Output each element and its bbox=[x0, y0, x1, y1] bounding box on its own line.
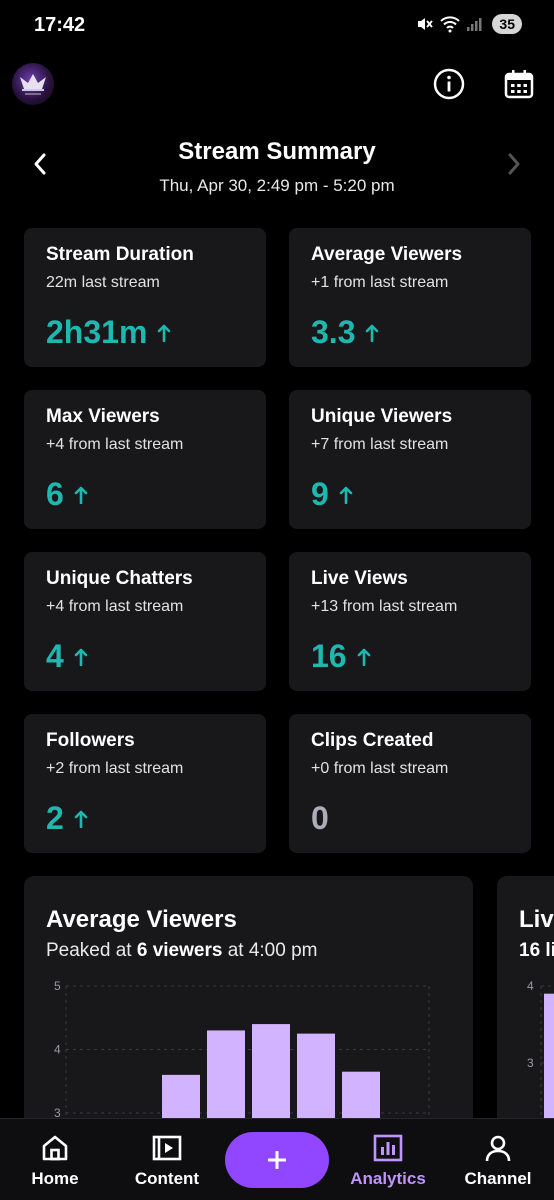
next-stream-button[interactable] bbox=[500, 150, 528, 178]
page-title: Stream Summary bbox=[178, 138, 376, 165]
chart-subtitle-peak: 6 viewers bbox=[136, 940, 223, 961]
chart-subtitle-post: at 4:00 pm bbox=[222, 940, 318, 961]
stat-card-max-viewers[interactable]: Max Viewers +4 from last stream 6 bbox=[24, 390, 266, 529]
stat-value-row: 2 bbox=[46, 800, 88, 837]
stat-value-row: 16 bbox=[311, 638, 371, 675]
stat-value-row: 4 bbox=[46, 638, 88, 675]
stat-value: 6 bbox=[46, 476, 64, 512]
stat-value: 16 bbox=[311, 638, 347, 674]
stat-card-average-viewers[interactable]: Average Viewers +1 from last stream 3.3 bbox=[289, 228, 531, 367]
y-tick-label: 4 bbox=[54, 1042, 61, 1056]
stat-comparison: +2 from last stream bbox=[46, 760, 184, 777]
create-button[interactable] bbox=[225, 1132, 329, 1188]
y-tick-label: 4 bbox=[527, 979, 534, 993]
stat-title: Average Viewers bbox=[311, 244, 463, 265]
stat-title: Stream Duration bbox=[46, 244, 194, 265]
stat-card-stream-duration[interactable]: Stream Duration 22m last stream 2h31m bbox=[24, 228, 266, 367]
stat-comparison: +4 from last stream bbox=[46, 436, 184, 453]
channel-icon bbox=[485, 1135, 511, 1162]
stat-title: Unique Chatters bbox=[46, 568, 193, 589]
y-tick-label: 5 bbox=[54, 979, 61, 993]
home-icon bbox=[42, 1135, 68, 1161]
chart2-title: Liv bbox=[519, 906, 554, 933]
stat-comparison: +7 from last stream bbox=[311, 436, 449, 453]
stat-title: Live Views bbox=[311, 568, 408, 589]
nav-content[interactable]: Content bbox=[122, 1119, 212, 1200]
battery-level: 35 bbox=[492, 14, 522, 34]
stat-comparison: +0 from last stream bbox=[311, 760, 449, 777]
arrow-up-icon bbox=[366, 324, 379, 342]
stat-value-row: 9 bbox=[311, 476, 353, 513]
nav-home-label: Home bbox=[31, 1169, 79, 1188]
stat-comparison: 22m last stream bbox=[46, 274, 160, 291]
avatar-logo-icon bbox=[20, 74, 46, 95]
plus-icon bbox=[268, 1151, 286, 1169]
arrow-up-icon bbox=[339, 486, 353, 504]
chart2-subtitle: 16 li bbox=[519, 940, 554, 961]
stat-card-unique-chatters[interactable]: Unique Chatters +4 from last stream 4 bbox=[24, 552, 266, 691]
mute-icon bbox=[418, 18, 434, 30]
chart-subtitle-pre: Peaked at bbox=[46, 940, 137, 961]
nav-analytics-label: Analytics bbox=[350, 1169, 426, 1188]
status-time: 17:42 bbox=[34, 14, 86, 36]
calendar-button[interactable] bbox=[503, 68, 535, 100]
arrow-up-icon bbox=[74, 810, 88, 828]
signal-icon bbox=[467, 18, 482, 31]
status-icons: 35 bbox=[416, 14, 522, 34]
chevron-right-icon bbox=[508, 153, 520, 175]
stat-value: 0 bbox=[311, 800, 329, 836]
stat-comparison: +1 from last stream bbox=[311, 274, 449, 291]
stream-date-range: Thu, Apr 30, 2:49 pm - 5:20 pm bbox=[159, 176, 395, 195]
stat-comparison: +4 from last stream bbox=[46, 598, 184, 615]
stat-title: Unique Viewers bbox=[311, 406, 453, 427]
wifi-icon bbox=[440, 16, 461, 33]
info-icon bbox=[433, 68, 465, 100]
stat-card-clips-created[interactable]: Clips Created +0 from last stream 0 bbox=[289, 714, 531, 853]
stat-title: Followers bbox=[46, 730, 135, 751]
status-bar: 17:42 35 bbox=[0, 0, 554, 52]
stat-value-row: 0 bbox=[311, 800, 329, 837]
arrow-up-icon bbox=[74, 486, 88, 504]
analytics-icon bbox=[373, 1134, 403, 1162]
stat-title: Clips Created bbox=[311, 730, 434, 751]
stat-comparison: +13 from last stream bbox=[311, 598, 458, 615]
nav-analytics[interactable]: Analytics bbox=[340, 1119, 436, 1200]
nav-home[interactable]: Home bbox=[20, 1119, 90, 1200]
channel-avatar[interactable] bbox=[12, 63, 54, 105]
arrow-up-icon bbox=[357, 648, 370, 666]
stat-value-row: 6 bbox=[46, 476, 88, 513]
stat-value: 2 bbox=[46, 800, 64, 836]
chart-title: Average Viewers bbox=[46, 906, 237, 933]
stat-value: 9 bbox=[311, 476, 329, 512]
stat-card-live-views[interactable]: Live Views +13 from last stream 16 bbox=[289, 552, 531, 691]
nav-channel[interactable]: Channel bbox=[458, 1119, 538, 1200]
nav-channel-label: Channel bbox=[464, 1169, 532, 1188]
stat-title: Max Viewers bbox=[46, 406, 160, 427]
nav-content-label: Content bbox=[134, 1169, 200, 1188]
stat-value: 4 bbox=[46, 638, 64, 674]
stat-card-followers[interactable]: Followers +2 from last stream 2 bbox=[24, 714, 266, 853]
y-tick-label: 3 bbox=[527, 1056, 534, 1070]
arrow-up-icon bbox=[158, 324, 171, 342]
stat-value: 2h31m bbox=[46, 314, 148, 350]
chart-subtitle: Peaked at 6 viewers at 4:00 pm bbox=[46, 940, 317, 962]
stat-card-unique-viewers[interactable]: Unique Viewers +7 from last stream 9 bbox=[289, 390, 531, 529]
content-icon bbox=[152, 1135, 182, 1161]
bottom-nav: Home Content Analytics Channel bbox=[0, 1118, 554, 1200]
arrow-up-icon bbox=[74, 648, 88, 666]
stat-value-row: 3.3 bbox=[311, 314, 379, 351]
calendar-icon bbox=[504, 70, 534, 99]
stat-value: 3.3 bbox=[311, 314, 356, 350]
stat-value-row: 2h31m bbox=[46, 314, 171, 351]
info-button[interactable] bbox=[433, 68, 465, 100]
